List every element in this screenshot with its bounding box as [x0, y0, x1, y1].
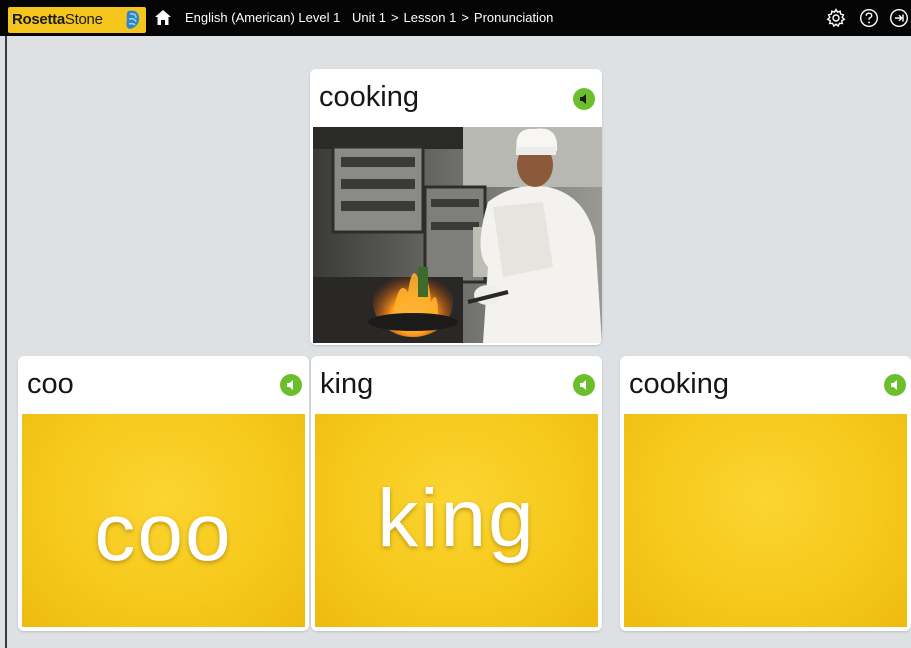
syllable-card-cooking[interactable]: cooking — [620, 356, 911, 631]
prompt-card[interactable]: cooking — [310, 69, 602, 345]
rosetta-stone-logo[interactable]: RosettaStone — [8, 7, 146, 33]
settings-gear-icon[interactable] — [826, 8, 846, 28]
syllable-card-king[interactable]: king king — [311, 356, 602, 631]
syllable-big-text: coo — [94, 487, 233, 578]
top-bar: RosettaStone English (American) Level 1 … — [0, 0, 911, 36]
chef-cooking-photo — [313, 127, 602, 343]
syllable-card-title: coo — [27, 368, 74, 400]
breadcrumb-separator: > — [390, 10, 399, 25]
speaker-icon[interactable] — [573, 88, 595, 110]
breadcrumb-unit[interactable]: Unit 1 — [352, 10, 386, 25]
speaker-icon[interactable] — [884, 374, 906, 396]
syllable-card-title: cooking — [629, 368, 729, 400]
speaker-icon[interactable] — [280, 374, 302, 396]
syllable-card-title: king — [320, 368, 374, 400]
left-edge-line — [5, 36, 7, 648]
breadcrumb-course[interactable]: English (American) Level 1 — [185, 10, 340, 25]
exit-icon[interactable] — [889, 8, 909, 28]
syllable-big-text: king — [377, 473, 536, 564]
breadcrumb: English (American) Level 1 Unit 1 > Lesson… — [185, 10, 553, 25]
breadcrumb-lesson[interactable]: Lesson 1 — [404, 10, 457, 25]
home-icon[interactable] — [154, 9, 172, 26]
syllable-card-coo[interactable]: coo coo — [18, 356, 309, 631]
breadcrumb-activity: Pronunciation — [473, 10, 554, 25]
speaker-icon[interactable] — [573, 374, 595, 396]
help-icon[interactable] — [859, 8, 879, 28]
logo-stone-icon — [126, 10, 140, 29]
syllable-image-panel: king — [315, 414, 598, 627]
prompt-word: cooking — [319, 81, 419, 113]
syllable-image-panel: coo — [22, 414, 305, 627]
logo-text: RosettaStone — [12, 11, 103, 28]
syllable-image-panel — [624, 414, 907, 627]
breadcrumb-separator: > — [461, 10, 469, 25]
